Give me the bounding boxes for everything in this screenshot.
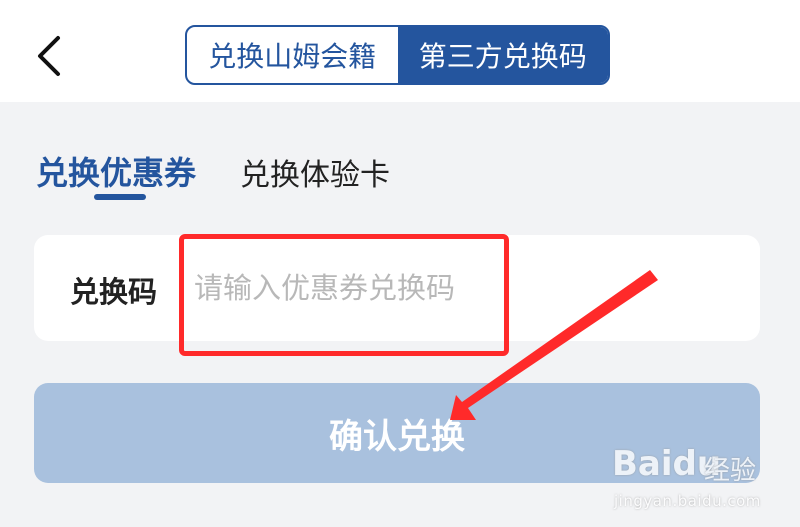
chevron-left-icon [38, 36, 60, 76]
confirm-redeem-button[interactable]: 确认兑换 [34, 383, 760, 483]
segment-sam-membership[interactable]: 兑换山姆会籍 [187, 27, 398, 83]
coupon-code-input[interactable] [194, 259, 714, 317]
back-button[interactable] [24, 28, 72, 84]
code-field-label: 兑换码 [70, 275, 158, 309]
code-input-card: 兑换码 [34, 235, 760, 341]
watermark-url: jingyan.baidu.com [614, 492, 761, 510]
segment-third-party-code[interactable]: 第三方兑换码 [397, 27, 608, 83]
tab-redeem-coupon[interactable]: 兑换优惠券 [36, 148, 196, 194]
top-bar: 兑换山姆会籍 第三方兑换码 [0, 0, 800, 102]
redeem-tabs: 兑换优惠券 兑换体验卡 [0, 140, 800, 210]
active-tab-indicator [94, 194, 146, 200]
redeem-type-switch: 兑换山姆会籍 第三方兑换码 [185, 25, 610, 85]
tab-redeem-trial-card[interactable]: 兑换体验卡 [240, 150, 390, 194]
